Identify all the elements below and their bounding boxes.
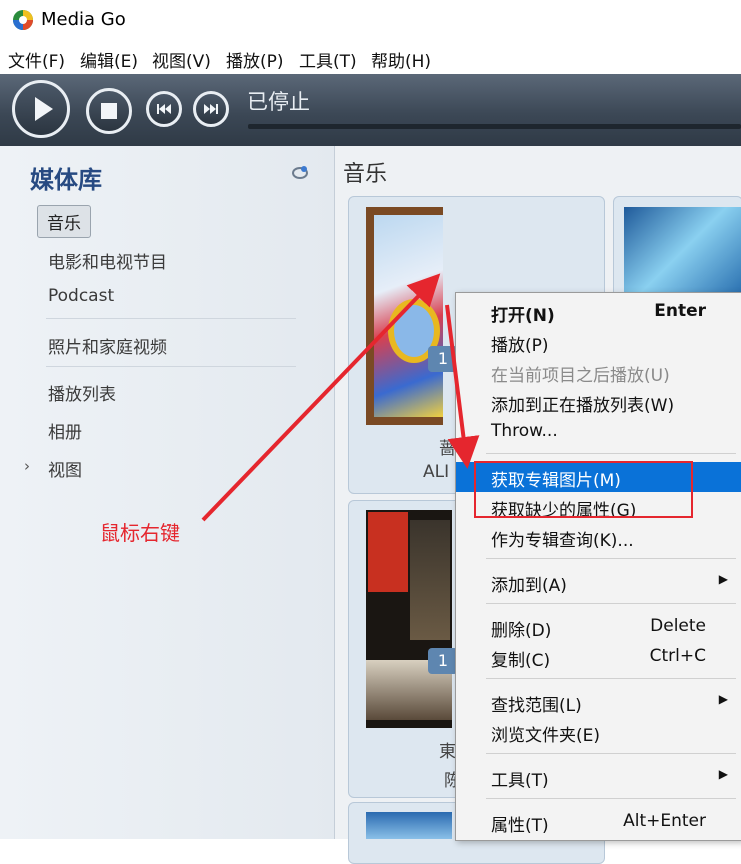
annotation-arrow-to-cover [201,273,441,522]
annotation-arrows [201,273,480,522]
annotation-arrow-to-menu [445,304,480,469]
annotation-label: 鼠标右键 [100,521,180,545]
